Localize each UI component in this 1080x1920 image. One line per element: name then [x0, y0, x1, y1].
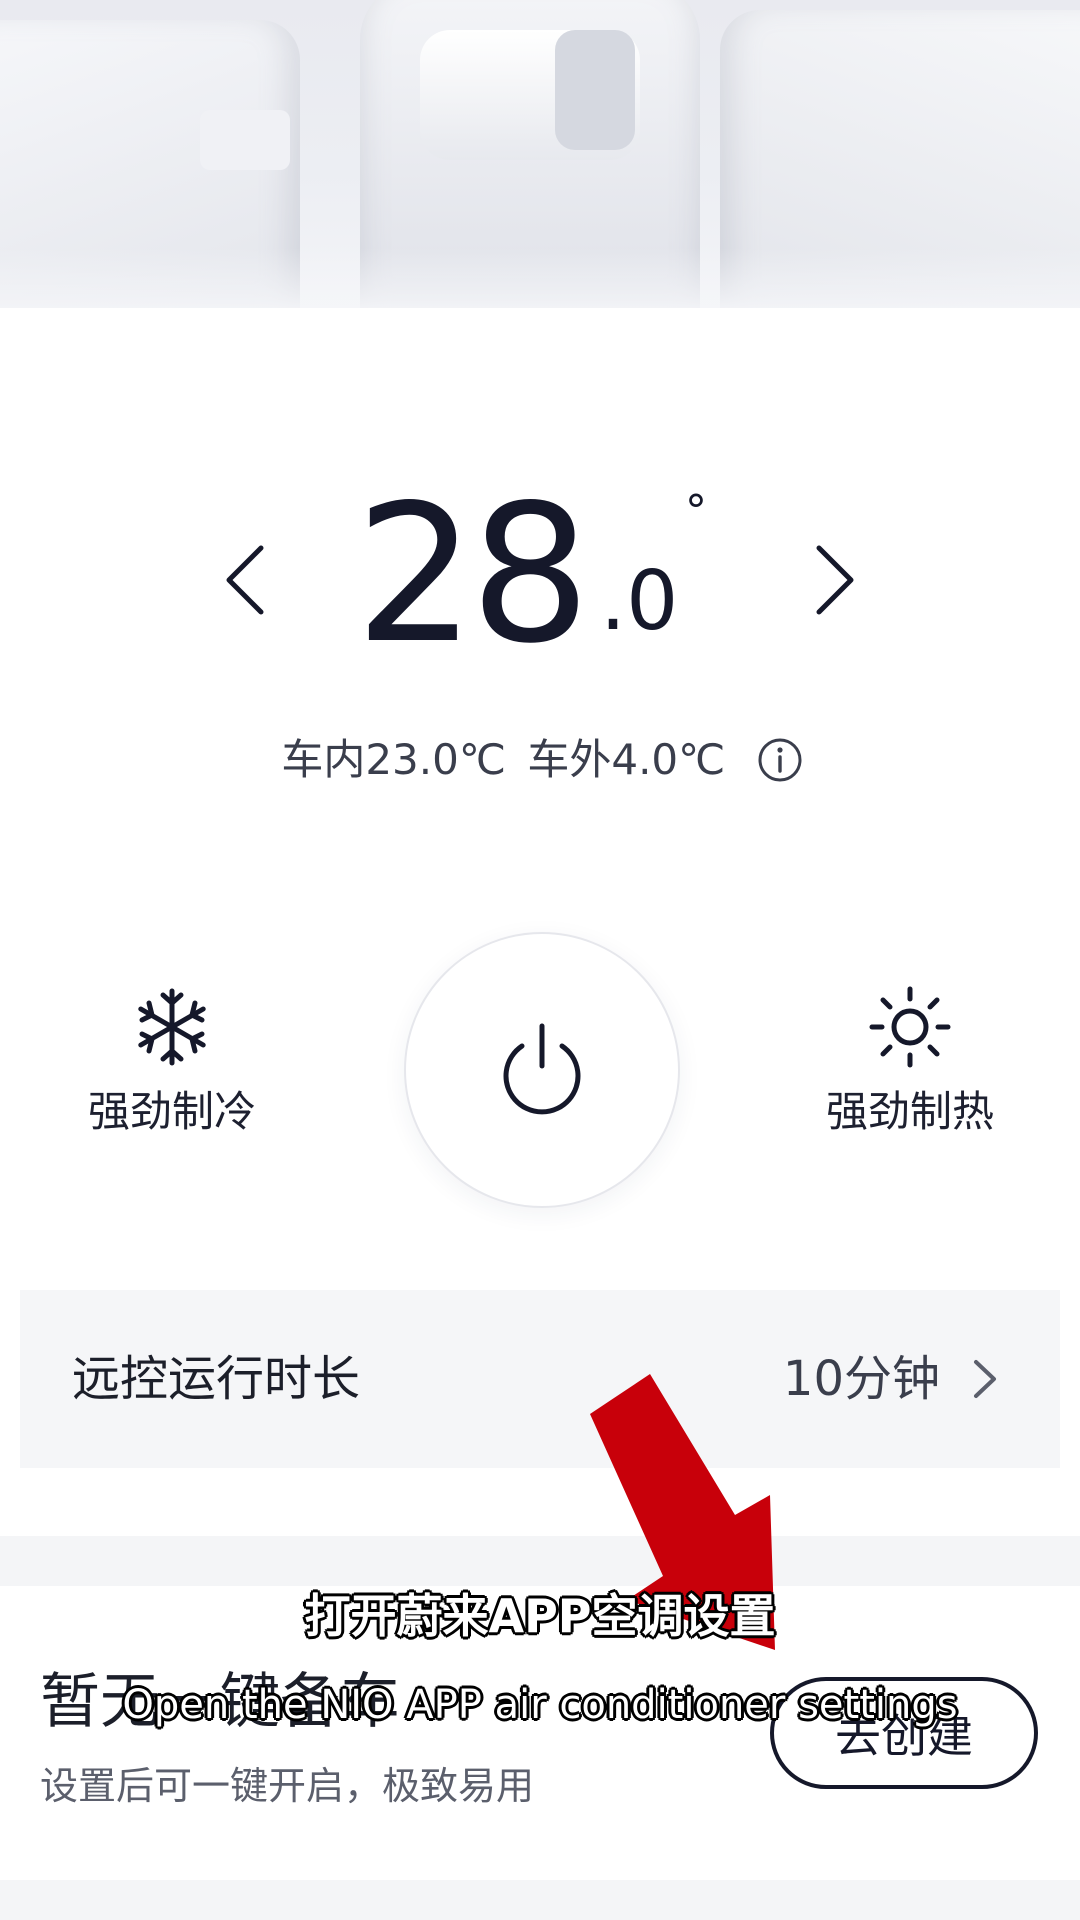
strong-cooling-button[interactable]: 强劲制冷 [52, 985, 292, 1137]
caption-english: Open the NIO APP air conditioner setting… [122, 1682, 958, 1728]
caption-chinese: 打开蔚来APP空调设置 [304, 1589, 776, 1643]
inside-temperature: 车内23.0℃ [281, 735, 506, 784]
sun-icon [869, 986, 951, 1068]
snowflake-icon [138, 988, 206, 1066]
increase-temperature-button[interactable] [795, 540, 875, 620]
chevron-right-icon [816, 545, 854, 615]
outside-temperature: 车外4.0℃ [527, 735, 726, 784]
temperature-degree-symbol: ° [685, 486, 707, 537]
chevron-right-icon [974, 1360, 996, 1398]
strong-heating-button[interactable]: 强劲制热 [790, 985, 1030, 1137]
bottom-divider [0, 1880, 1080, 1920]
hero-fade [0, 248, 1080, 308]
car-interior-image [0, 0, 1080, 308]
hero-door-panel [200, 110, 290, 170]
chevron-left-icon [226, 545, 264, 615]
temperature-decimal: .0 [600, 554, 679, 649]
remote-runtime-row[interactable]: 远控运行时长 10分钟 [20, 1290, 1060, 1468]
power-button[interactable] [404, 932, 680, 1208]
temperature-value: 28 .0 ° [355, 464, 755, 700]
power-icon [503, 1023, 581, 1115]
temperature-selector: 28 .0 ° [0, 464, 1080, 700]
hero-console-recess [555, 30, 635, 150]
remote-runtime-value: 10分钟 [782, 1351, 940, 1407]
strong-heating-label: 强劲制热 [825, 1087, 994, 1136]
temperature-readout: 车内23.0℃ 车外4.0℃ [0, 732, 1080, 788]
strong-cooling-label: 强劲制冷 [87, 1087, 256, 1136]
decrease-temperature-button[interactable] [205, 540, 285, 620]
remote-runtime-title: 远控运行时长 [72, 1351, 361, 1407]
temperature-integer: 28 [355, 464, 591, 685]
info-icon[interactable] [757, 737, 803, 783]
preset-description: 设置后可一键开启，极致易用 [40, 1764, 535, 1808]
